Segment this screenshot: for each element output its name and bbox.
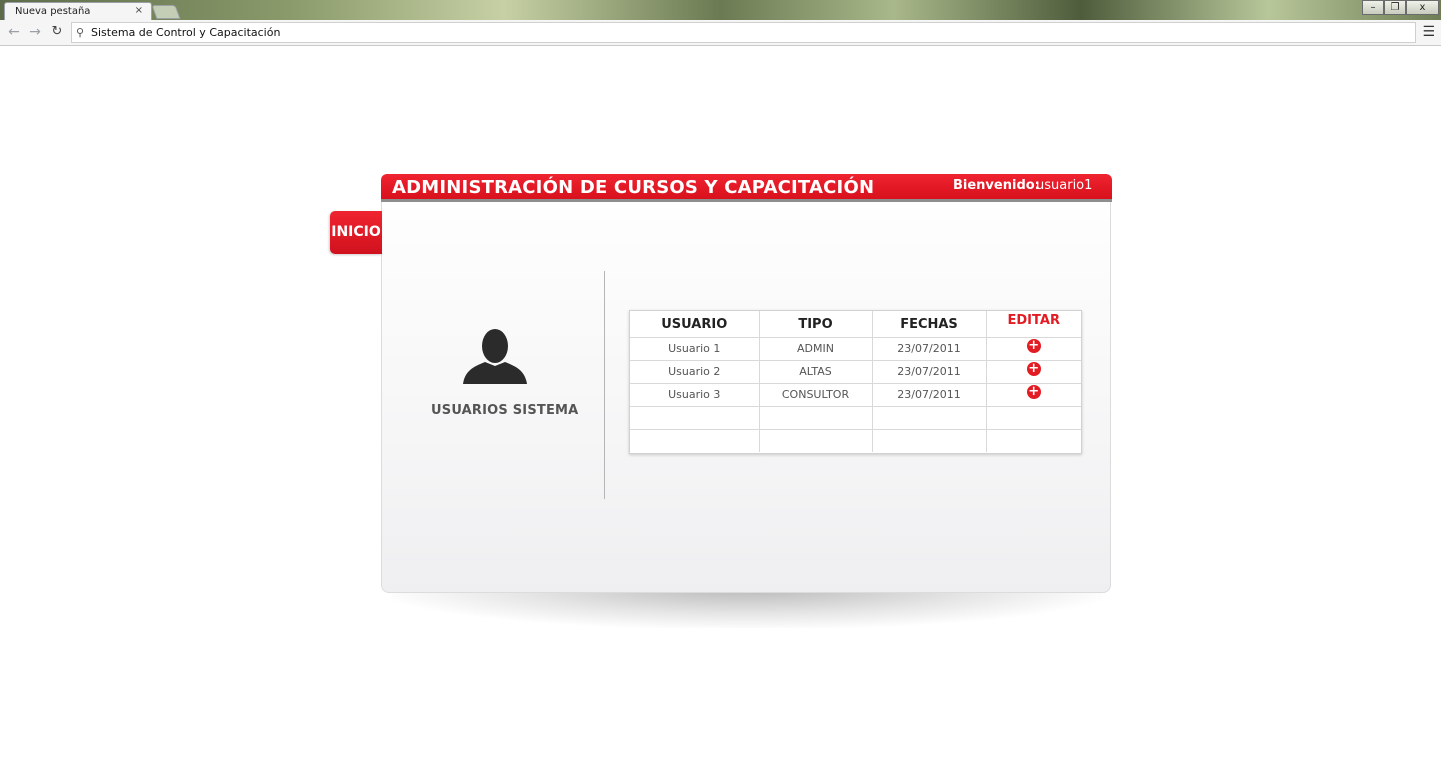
app-header: ADMINISTRACIÓN DE CURSOS Y CAPACITACIÓN …: [381, 174, 1112, 202]
users-table: USUARIO TIPO FECHAS EDITAR Usuario 1 ADM…: [629, 310, 1082, 454]
welcome-username: usuario1: [1036, 178, 1093, 193]
cell-usuario: Usuario 1: [630, 337, 760, 361]
address-text[interactable]: Sistema de Control y Capacitación: [91, 26, 280, 39]
edit-plus-icon[interactable]: +: [1026, 339, 1041, 353]
table-row: Usuario 1 ADMIN 23/07/2011 +: [630, 337, 1081, 361]
reload-icon[interactable]: ↻: [49, 25, 65, 39]
cell-usuario: Usuario 2: [630, 360, 760, 384]
tab-title: Nueva pestaña: [15, 6, 91, 17]
cell-editar: +: [986, 383, 1081, 407]
table-row: Usuario 2 ALTAS 23/07/2011 +: [630, 360, 1081, 384]
cell-editar: +: [986, 337, 1081, 361]
address-bar[interactable]: ⚲ Sistema de Control y Capacitación: [71, 22, 1416, 43]
cell-usuario: Usuario 3: [630, 383, 760, 407]
cell-tipo: ALTAS: [759, 360, 873, 384]
browser-toolbar: ← → ↻ ⚲ Sistema de Control y Capacitació…: [0, 20, 1441, 46]
minimize-button[interactable]: –: [1362, 0, 1384, 15]
header-editar: EDITAR: [986, 311, 1081, 338]
search-icon: ⚲: [76, 26, 85, 39]
table-row-empty: [630, 406, 1081, 430]
tab-close-icon[interactable]: ×: [135, 5, 143, 16]
header-tipo: TIPO: [759, 311, 873, 338]
app-title: ADMINISTRACIÓN DE CURSOS Y CAPACITACIÓN: [392, 177, 875, 198]
cell-editar: +: [986, 360, 1081, 384]
panel-shadow: [392, 588, 1102, 628]
close-window-button[interactable]: x: [1406, 0, 1439, 15]
vertical-divider: [604, 271, 605, 499]
back-arrow-icon[interactable]: ←: [6, 25, 22, 39]
cell-fecha: 23/07/2011: [872, 360, 987, 384]
table-row-empty: [630, 429, 1081, 452]
hamburger-menu-icon[interactable]: ☰: [1422, 24, 1435, 40]
browser-tab[interactable]: Nueva pestaña ×: [4, 2, 152, 21]
table-row: Usuario 3 CONSULTOR 23/07/2011 +: [630, 383, 1081, 407]
edit-plus-icon[interactable]: +: [1026, 362, 1041, 376]
user-silhouette-icon[interactable]: [463, 328, 527, 384]
header-usuario: USUARIO: [630, 311, 760, 338]
table-header-row: USUARIO TIPO FECHAS EDITAR: [630, 311, 1081, 338]
restore-button[interactable]: ❐: [1384, 0, 1406, 15]
cell-tipo: CONSULTOR: [759, 383, 873, 407]
window-titlebar: Nueva pestaña × – ❐ x: [0, 0, 1441, 21]
cell-tipo: ADMIN: [759, 337, 873, 361]
forward-arrow-icon[interactable]: →: [27, 25, 43, 39]
cell-fecha: 23/07/2011: [872, 383, 987, 407]
header-fechas: FECHAS: [872, 311, 987, 338]
nav-tab-inicio[interactable]: INICIO: [330, 211, 382, 254]
section-label-usuarios[interactable]: USUARIOS SISTEMA: [431, 403, 578, 418]
welcome-label: Bienvenido:: [953, 178, 1040, 193]
cell-fecha: 23/07/2011: [872, 337, 987, 361]
new-tab-button[interactable]: [151, 5, 181, 19]
edit-plus-icon[interactable]: +: [1026, 385, 1041, 399]
